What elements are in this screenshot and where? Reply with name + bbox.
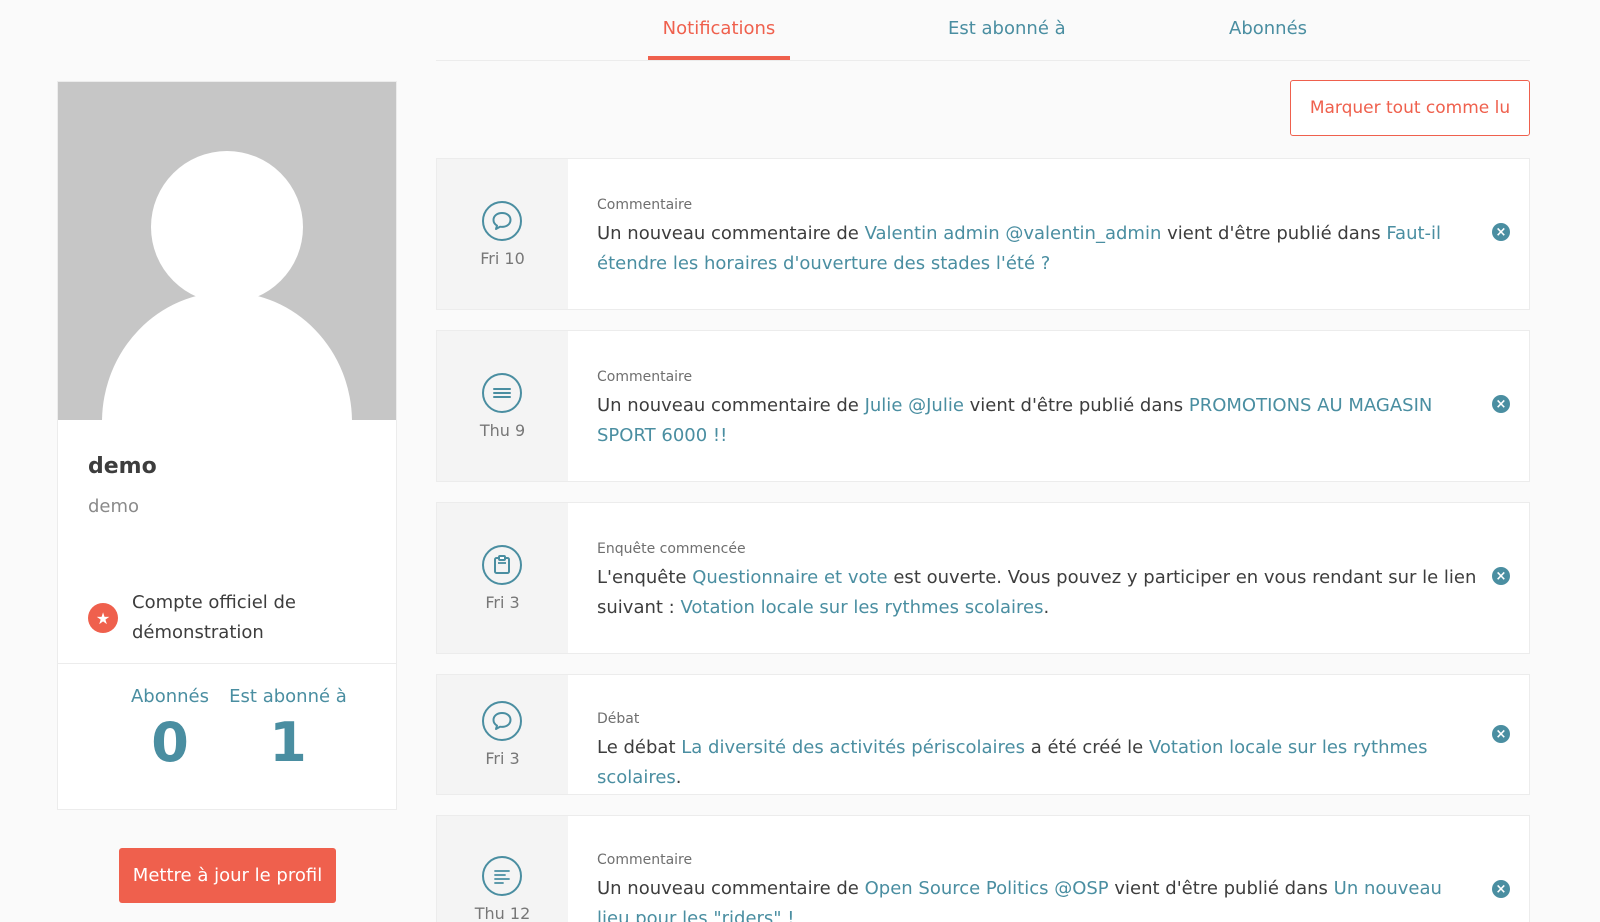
notification-text-part: vient d'être publié dans — [963, 395, 1189, 416]
proposal-lines-icon — [482, 373, 522, 413]
close-icon[interactable]: × — [1492, 880, 1510, 898]
notification-body: Débat Le débat La diversité des activité… — [597, 711, 1481, 793]
profile-card: demo demo ★ Compte officiel de démonstra… — [57, 81, 397, 810]
followers-label: Abonnés — [130, 686, 210, 707]
comment-bubble-icon — [482, 201, 522, 241]
mark-all-read-button[interactable]: Marquer tout comme lu — [1290, 80, 1530, 136]
tab-notifications[interactable]: Notifications — [648, 18, 790, 60]
notification-side: Thu 9 — [437, 331, 568, 481]
notification-text-part: . — [675, 767, 682, 788]
notification-author-link[interactable]: Julie @Julie — [865, 395, 964, 416]
update-profile-button[interactable]: Mettre à jour le profil — [119, 848, 336, 903]
comment-bubble-icon — [482, 701, 522, 741]
notification-card: Fri 10 Commentaire Un nouveau commentair… — [436, 158, 1530, 310]
notification-text-part: Un nouveau commentaire de — [597, 223, 865, 244]
notification-date: Fri 10 — [480, 249, 525, 268]
following-label: Est abonné à — [229, 686, 347, 707]
profile-stats: Abonnés 0 Est abonné à 1 — [58, 663, 396, 810]
notification-target-link[interactable]: Votation locale sur les rythmes scolaire… — [680, 597, 1043, 618]
notifications-page: Notifications Est abonné à Abonnés Marqu… — [0, 0, 1600, 922]
followers-stat[interactable]: Abonnés 0 — [110, 686, 230, 773]
notification-date: Fri 3 — [485, 749, 520, 768]
notification-date: Fri 3 — [485, 593, 520, 612]
notification-text-part: Le débat — [597, 737, 682, 758]
notification-author-link[interactable]: Open Source Politics @OSP — [865, 878, 1109, 899]
notification-body: Enquête commencée L'enquête Questionnair… — [597, 541, 1481, 623]
close-icon[interactable]: × — [1492, 395, 1510, 413]
following-count: 1 — [269, 711, 307, 774]
notification-side: Fri 3 — [437, 503, 568, 653]
text-lines-icon — [482, 856, 522, 896]
notification-side: Thu 12 — [437, 816, 568, 922]
notification-card: Fri 3 Débat Le débat La diversité des ac… — [436, 674, 1530, 795]
notification-text-part: Un nouveau commentaire de — [597, 395, 865, 416]
close-icon[interactable]: × — [1492, 725, 1510, 743]
close-icon[interactable]: × — [1492, 567, 1510, 585]
star-icon: ★ — [88, 603, 118, 633]
notification-survey-link[interactable]: Questionnaire et vote — [692, 567, 887, 588]
notification-card: Thu 9 Commentaire Un nouveau commentaire… — [436, 330, 1530, 482]
notification-type: Commentaire — [597, 197, 693, 213]
profile-name: demo — [88, 454, 157, 479]
notification-text-part: L'enquête — [597, 567, 693, 588]
notification-side: Fri 10 — [437, 159, 568, 309]
notification-text: Un nouveau commentaire de Open Source Po… — [597, 874, 1469, 922]
notification-body: Commentaire Un nouveau commentaire de Op… — [597, 852, 1469, 922]
notification-body: Commentaire Un nouveau commentaire de Ju… — [597, 369, 1469, 451]
tab-followers[interactable]: Abonnés — [1229, 18, 1307, 56]
close-icon[interactable]: × — [1492, 223, 1510, 241]
notification-date: Thu 9 — [479, 421, 526, 440]
followers-count: 0 — [151, 711, 189, 774]
notification-text: Un nouveau commentaire de Valentin admin… — [597, 219, 1469, 279]
notification-type: Commentaire — [597, 852, 693, 868]
notification-text-part: vient d'être publié dans — [1108, 878, 1334, 899]
notification-author-link[interactable]: Valentin admin @valentin_admin — [865, 223, 1162, 244]
avatar — [58, 82, 396, 420]
official-badge: ★ Compte officiel de démonstration — [88, 588, 388, 648]
notification-type: Débat — [597, 711, 640, 727]
profile-tabs: Notifications Est abonné à Abonnés — [436, 0, 1530, 61]
following-stat[interactable]: Est abonné à 1 — [223, 686, 353, 773]
notification-debate-link[interactable]: La diversité des activités périscolaires — [681, 737, 1025, 758]
notification-text-part: . — [1043, 597, 1050, 618]
notification-text-part: a été créé le — [1024, 737, 1149, 758]
notification-text: L'enquête Questionnaire et vote est ouve… — [597, 563, 1481, 623]
avatar-body-shape — [102, 292, 352, 420]
notification-text: Le débat La diversité des activités péri… — [597, 733, 1481, 793]
avatar-head-shape — [151, 151, 303, 303]
tab-following[interactable]: Est abonné à — [948, 18, 1066, 56]
notification-text: Un nouveau commentaire de Julie @Julie v… — [597, 391, 1469, 451]
official-badge-text: Compte officiel de démonstration — [132, 592, 297, 643]
notification-text-part: vient d'être publié dans — [1161, 223, 1387, 244]
notification-side: Fri 3 — [437, 675, 568, 794]
notification-type: Commentaire — [597, 369, 693, 385]
notification-body: Commentaire Un nouveau commentaire de Va… — [597, 197, 1469, 279]
notification-card: Thu 12 Commentaire Un nouveau commentair… — [436, 815, 1530, 922]
notification-date: Thu 12 — [474, 904, 531, 922]
notification-type: Enquête commencée — [597, 541, 746, 557]
notification-text-part: Un nouveau commentaire de — [597, 878, 865, 899]
profile-nickname: demo — [88, 496, 140, 517]
notification-card: Fri 3 Enquête commencée L'enquête Questi… — [436, 502, 1530, 654]
clipboard-icon — [482, 545, 522, 585]
